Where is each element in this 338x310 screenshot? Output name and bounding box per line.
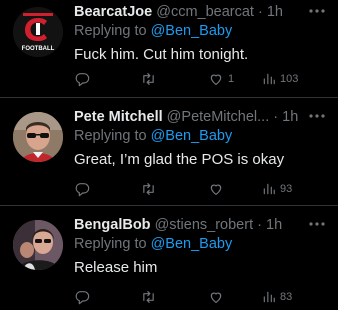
more-icon[interactable]: [309, 108, 325, 124]
mention-link[interactable]: @Ben_Baby: [151, 236, 233, 252]
reply-button[interactable]: [74, 180, 90, 198]
separator-dot: ·: [273, 109, 279, 125]
user-handle[interactable]: @stiens_robert: [155, 217, 254, 233]
user-handle[interactable]: @ccm_bearcat: [156, 4, 254, 20]
display-name[interactable]: BearcatJoe: [74, 4, 152, 20]
tweet-text: Release him: [74, 259, 158, 276]
retweet-icon: [143, 73, 154, 85]
views-icon: [263, 183, 275, 195]
tweet-actions: 83: [74, 288, 328, 306]
cincinnati-logo-avatar: FOOTBALL: [13, 7, 63, 57]
avatar[interactable]: [13, 220, 63, 270]
avatar[interactable]: FOOTBALL: [13, 7, 63, 57]
mention-link[interactable]: @Ben_Baby: [151, 128, 233, 144]
like-button[interactable]: 1: [208, 70, 234, 88]
display-name[interactable]: Pete Mitchell: [74, 109, 163, 125]
replying-prefix: Replying to: [74, 23, 151, 39]
tweet-reply[interactable]: BengalBob @stiens_robert · 1h Replying t…: [0, 206, 338, 310]
reply-icon: [75, 73, 90, 87]
retweet-button[interactable]: [140, 288, 157, 306]
replying-to-line: Replying to @Ben_Baby: [74, 235, 232, 253]
more-icon[interactable]: [309, 216, 325, 232]
views-button[interactable]: 103: [262, 70, 298, 88]
separator-dot: ·: [257, 4, 263, 20]
tweet-text: Fuck him. Cut him tonight.: [74, 46, 249, 63]
like-icon: [210, 184, 222, 195]
timestamp[interactable]: 1h: [267, 4, 283, 20]
replying-prefix: Replying to: [74, 236, 151, 252]
timestamp[interactable]: 1h: [266, 217, 282, 233]
timestamp[interactable]: 1h: [282, 109, 298, 125]
like-count: 1: [228, 73, 235, 85]
profile-photo: [13, 112, 63, 162]
like-button[interactable]: [208, 180, 224, 198]
views-icon: [263, 73, 275, 85]
like-icon: [210, 292, 222, 303]
reply-icon: [75, 291, 90, 305]
user-handle[interactable]: @PeteMitchel...: [167, 109, 270, 125]
tweet-header: Pete Mitchell @PeteMitchel... · 1h: [74, 108, 318, 126]
view-count: 83: [280, 291, 293, 303]
tweet-text: Great, I’m glad the POS is okay: [74, 151, 285, 168]
like-button[interactable]: [208, 288, 224, 306]
tweet-actions: 1 103: [74, 70, 328, 88]
more-icon[interactable]: [309, 3, 325, 19]
view-count: 93: [280, 183, 293, 195]
avatar-logo-text: FOOTBALL: [22, 46, 55, 52]
mention-link[interactable]: @Ben_Baby: [151, 23, 233, 39]
tweet-header: BearcatJoe @ccm_bearcat · 1h: [74, 3, 318, 21]
tweet-actions: 93: [74, 180, 328, 198]
retweet-icon: [143, 291, 154, 303]
retweet-button[interactable]: [140, 180, 157, 198]
tweet-header: BengalBob @stiens_robert · 1h: [74, 216, 318, 234]
retweet-button[interactable]: [140, 70, 157, 88]
replying-to-line: Replying to @Ben_Baby: [74, 127, 232, 145]
reply-button[interactable]: [74, 288, 90, 306]
like-icon: [210, 74, 222, 85]
replying-to-line: Replying to @Ben_Baby: [74, 22, 232, 40]
views-icon: [263, 291, 275, 303]
views-button[interactable]: 93: [262, 180, 292, 198]
tweet-reply[interactable]: Pete Mitchell @PeteMitchel... · 1h Reply…: [0, 98, 338, 206]
reply-icon: [75, 183, 90, 197]
display-name[interactable]: BengalBob: [74, 217, 151, 233]
tweet-reply[interactable]: FOOTBALL BearcatJoe @ccm_bearcat · 1h Re…: [0, 0, 338, 98]
separator-dot: ·: [257, 217, 262, 233]
avatar[interactable]: [13, 112, 63, 162]
views-button[interactable]: 83: [262, 288, 292, 306]
reply-feed: FOOTBALL BearcatJoe @ccm_bearcat · 1h Re…: [0, 0, 338, 310]
reply-button[interactable]: [74, 70, 90, 88]
profile-photo: [13, 220, 63, 270]
replying-prefix: Replying to: [74, 128, 151, 144]
retweet-icon: [143, 183, 154, 195]
view-count: 103: [280, 73, 299, 85]
